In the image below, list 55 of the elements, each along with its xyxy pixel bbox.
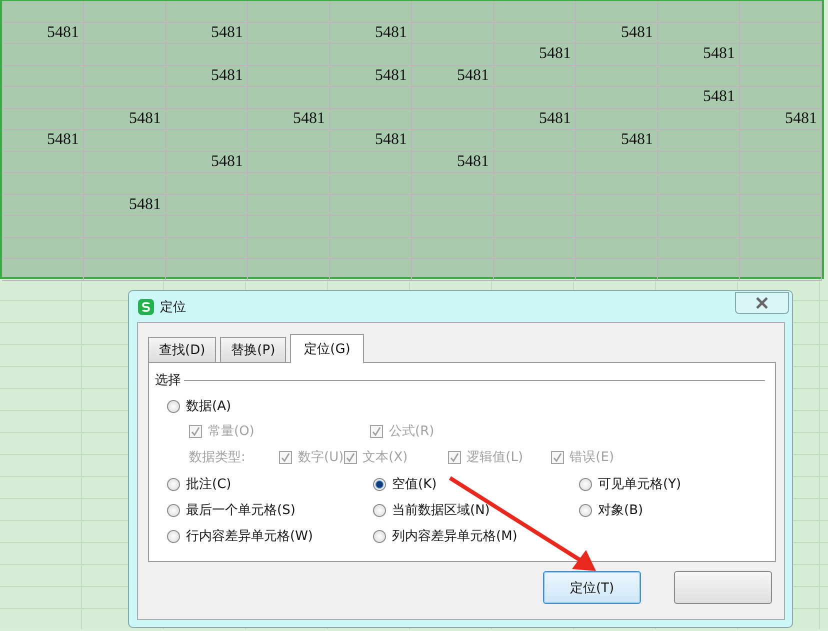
checkbox-label: 数字(U) <box>298 449 344 466</box>
tab[interactable]: 替换(P) <box>220 337 286 362</box>
data-type-label: 数据类型: <box>189 449 246 466</box>
table-cell: 5481 <box>248 108 330 130</box>
radio-button[interactable] <box>167 530 180 542</box>
radio-button[interactable] <box>373 504 386 516</box>
table-cell: 5481 <box>576 130 658 152</box>
option-label: 列内容差异单元格(M) <box>392 528 518 545</box>
tab[interactable]: 定位(G) <box>290 334 364 363</box>
option-label: 行内容差异单元格(W) <box>186 528 313 545</box>
tab[interactable]: 查找(D) <box>148 337 216 362</box>
table-cell: 5481 <box>658 44 740 66</box>
app-logo-icon <box>138 298 154 314</box>
radio-button[interactable] <box>373 478 386 490</box>
option-label: 最后一个单元格(S) <box>186 502 296 519</box>
radio-button[interactable] <box>167 478 180 490</box>
table-cell: 5481 <box>2 22 84 44</box>
table-cell: 5481 <box>576 22 658 44</box>
table-cell: 5481 <box>658 87 740 108</box>
option-label: 批注(C) <box>186 476 232 493</box>
checkbox-label: 公式(R) <box>389 423 434 440</box>
table-cell: 5481 <box>166 22 248 44</box>
radio-button[interactable] <box>167 504 180 516</box>
radio-button[interactable] <box>373 530 386 542</box>
table-cell: 5481 <box>2 130 84 152</box>
table-cell: 5481 <box>330 130 412 152</box>
table-cell: 5481 <box>166 152 248 173</box>
option-label: 对象(B) <box>598 502 644 519</box>
option-label: 当前数据区域(N) <box>392 502 490 519</box>
option-label: 可见单元格(Y) <box>598 476 682 493</box>
table-cell: 5481 <box>412 66 494 87</box>
option-label: 空值(K) <box>392 476 437 493</box>
radio-button[interactable] <box>579 478 592 490</box>
table-cell: 5481 <box>84 194 166 216</box>
window-title: 定位 <box>160 298 186 316</box>
checkbox-label: 文本(X) <box>362 449 408 466</box>
table-cell: 5481 <box>330 22 412 44</box>
table-cell: 5481 <box>84 108 166 130</box>
table-cell: 5481 <box>494 108 576 130</box>
checkbox-label: 常量(O) <box>208 423 254 440</box>
close-button[interactable] <box>735 292 789 314</box>
checkbox-label: 错误(E) <box>570 449 614 466</box>
table-cell: 5481 <box>494 44 576 66</box>
group-label: 选择 <box>155 372 181 389</box>
radio-button[interactable] <box>167 400 180 412</box>
checkbox-label: 逻辑值(L) <box>466 449 524 466</box>
table-cell: 5481 <box>412 152 494 173</box>
dialog-button[interactable] <box>674 571 772 604</box>
dialog-button[interactable]: 定位(T) <box>543 571 641 604</box>
radio-button[interactable] <box>579 504 592 516</box>
table-cell: 5481 <box>330 66 412 87</box>
option-label: 数据(A) <box>186 398 232 415</box>
table-cell: 5481 <box>740 108 822 130</box>
close-icon <box>755 297 769 309</box>
table-cell: 5481 <box>166 66 248 87</box>
